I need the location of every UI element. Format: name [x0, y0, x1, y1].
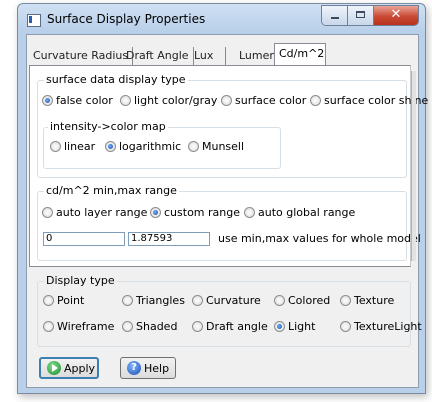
radio-light-color-gray[interactable]: light color/gray: [120, 94, 217, 107]
dialog-window: Surface Display Properties ✕ Curvature R…: [17, 3, 428, 394]
radio-colored[interactable]: Colored: [274, 294, 330, 307]
radio-button: [42, 207, 53, 218]
radio-label: Shaded: [136, 320, 178, 333]
radio-linear[interactable]: linear: [50, 140, 95, 153]
surface-display-type-group: surface data display type false color li…: [37, 73, 428, 178]
radio-label: surface color: [235, 94, 307, 107]
radio-button: [340, 295, 351, 306]
radio-label: Colored: [288, 294, 331, 307]
radio-light[interactable]: Light: [274, 320, 315, 333]
radio-button: [340, 321, 351, 332]
radio-triangles[interactable]: Triangles: [122, 294, 185, 307]
app-icon[interactable]: [27, 14, 41, 27]
help-circle-icon: ?: [127, 361, 141, 375]
radio-button: [43, 295, 54, 306]
surface-display-type-label: surface data display type: [44, 73, 188, 86]
radio-button: [244, 207, 255, 218]
radio-auto-layer-range[interactable]: auto layer range: [42, 206, 147, 219]
radio-wireframe[interactable]: Wireframe: [43, 320, 114, 333]
radio-draft-angle[interactable]: Draft angle: [192, 320, 268, 333]
radio-custom-range[interactable]: custom range: [150, 206, 240, 219]
tab-cd-m2[interactable]: Cd/m^2: [274, 43, 326, 65]
intensity-map-group: intensity->color map linear logarithmic …: [43, 120, 281, 169]
min-value-input[interactable]: [43, 232, 125, 246]
help-button-label: Help: [144, 361, 170, 375]
radio-curvature[interactable]: Curvature: [192, 294, 261, 307]
close-icon: ✕: [390, 7, 402, 22]
radio-logarithmic[interactable]: logarithmic: [105, 140, 181, 153]
radio-auto-global-range[interactable]: auto global range: [244, 206, 355, 219]
radio-label: light color/gray: [134, 94, 218, 107]
radio-label: Munsell: [202, 140, 245, 153]
tab-panel: surface data display type false color li…: [29, 65, 428, 267]
radio-false-color[interactable]: false color: [42, 94, 113, 107]
radio-label: Curvature: [206, 294, 261, 307]
radio-button: [120, 95, 131, 106]
max-value-input[interactable]: [128, 232, 210, 246]
play-circle-icon: [47, 361, 61, 375]
caption-buttons: ✕: [321, 5, 419, 26]
minimize-button[interactable]: [322, 6, 348, 25]
apply-button[interactable]: Apply: [39, 357, 99, 379]
tab-curvature-radius[interactable]: Curvature Radius: [29, 47, 134, 65]
maximize-icon: [356, 11, 365, 18]
help-button[interactable]: ? Help: [120, 357, 176, 379]
radio-surface-color[interactable]: surface color: [221, 94, 306, 107]
radio-button: [192, 321, 203, 332]
radio-label: false color: [56, 94, 113, 107]
radio-button: [274, 295, 285, 306]
close-button[interactable]: ✕: [374, 6, 418, 25]
display-type-label: Display type: [44, 274, 117, 287]
range-label: cd/m^2 min,max range: [44, 184, 179, 197]
radio-munsell[interactable]: Munsell: [188, 140, 244, 153]
radio-button-selected: [150, 207, 161, 218]
minimize-icon: [331, 17, 339, 19]
intensity-map-label: intensity->color map: [48, 120, 168, 133]
radio-button: [50, 141, 61, 152]
radio-button-selected: [105, 141, 116, 152]
dialog-client-area: Curvature Radius Draft Angle Lux Lumen C…: [26, 34, 428, 388]
radio-shaded[interactable]: Shaded: [122, 320, 177, 333]
radio-label: Triangles: [136, 294, 185, 307]
radio-button: [192, 295, 203, 306]
radio-label: Draft angle: [206, 320, 268, 333]
tab-strip: Curvature Radius Draft Angle Lux Lumen C…: [29, 43, 416, 65]
window-title: Surface Display Properties: [47, 12, 206, 26]
radio-button-selected: [274, 321, 285, 332]
title-bar[interactable]: Surface Display Properties ✕: [18, 4, 425, 34]
apply-button-label: Apply: [64, 361, 96, 375]
radio-button: [122, 295, 133, 306]
radio-label: auto global range: [258, 206, 356, 219]
panel-splitter[interactable]: [411, 71, 416, 261]
display-type-area: Display type Point Triangles Curvature C…: [29, 267, 422, 383]
radio-label: Light: [288, 320, 316, 333]
radio-button: [310, 95, 321, 106]
radio-button: [221, 95, 232, 106]
radio-label: Wireframe: [57, 320, 115, 333]
tab-lux[interactable]: Lux: [190, 47, 227, 65]
radio-button-selected: [42, 95, 53, 106]
radio-label: auto layer range: [56, 206, 148, 219]
radio-button: [43, 321, 54, 332]
tab-draft-angle[interactable]: Draft Angle: [122, 47, 194, 65]
radio-label: TextureLight: [354, 320, 422, 333]
whole-model-label: use min,max values for whole model: [218, 232, 421, 245]
radio-label: Texture: [354, 294, 395, 307]
range-group: cd/m^2 min,max range auto layer range cu…: [37, 184, 421, 261]
display-type-group: Display type Point Triangles Curvature C…: [37, 274, 422, 347]
radio-label: linear: [64, 140, 96, 153]
radio-label: logarithmic: [119, 140, 182, 153]
radio-label: custom range: [164, 206, 240, 219]
radio-texture[interactable]: Texture: [340, 294, 394, 307]
radio-point[interactable]: Point: [43, 294, 84, 307]
radio-button: [122, 321, 133, 332]
radio-texturelight[interactable]: TextureLight: [340, 320, 422, 333]
radio-button: [188, 141, 199, 152]
radio-label: Point: [57, 294, 85, 307]
maximize-button[interactable]: [348, 6, 374, 25]
